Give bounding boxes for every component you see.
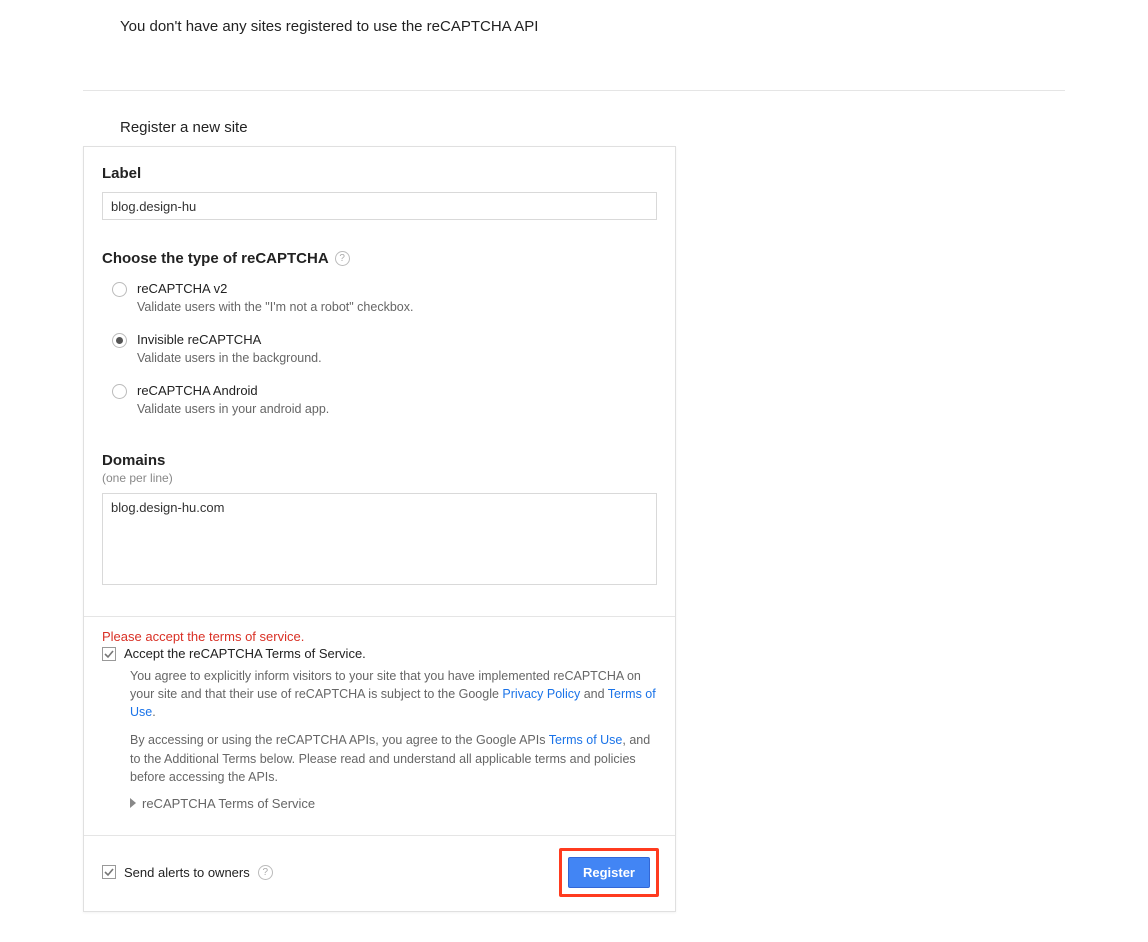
accept-tos-checkbox[interactable] — [102, 647, 116, 661]
send-alerts-checkbox[interactable] — [102, 865, 116, 879]
chevron-right-icon — [130, 798, 136, 808]
tos-text: and — [580, 687, 608, 701]
divider — [83, 90, 1065, 91]
register-card: Label Choose the type of reCAPTCHA ? reC… — [83, 146, 676, 912]
radio-option-v2[interactable]: reCAPTCHA v2 Validate users with the "I'… — [112, 281, 657, 314]
domains-textarea[interactable] — [102, 493, 657, 585]
send-alerts-label: Send alerts to owners — [124, 865, 250, 880]
radio-button[interactable] — [112, 282, 127, 297]
radio-option-android[interactable]: reCAPTCHA Android Validate users in your… — [112, 383, 657, 416]
domains-sub: (one per line) — [102, 471, 657, 485]
radio-title: Invisible reCAPTCHA — [137, 332, 322, 347]
expand-tos[interactable]: reCAPTCHA Terms of Service — [130, 796, 657, 811]
no-sites-message: You don't have any sites registered to u… — [0, 0, 1148, 35]
tos-body: You agree to explicitly inform visitors … — [130, 667, 657, 786]
accept-tos-label: Accept the reCAPTCHA Terms of Service. — [124, 646, 366, 661]
radio-desc: Validate users with the "I'm not a robot… — [137, 300, 413, 314]
send-alerts-row[interactable]: Send alerts to owners ? — [102, 865, 273, 880]
domains-heading: Domains — [102, 452, 657, 469]
expand-tos-label: reCAPTCHA Terms of Service — [142, 796, 315, 811]
label-heading: Label — [102, 165, 657, 182]
radio-desc: Validate users in the background. — [137, 351, 322, 365]
accept-tos-row[interactable]: Accept the reCAPTCHA Terms of Service. — [102, 646, 657, 661]
privacy-policy-link[interactable]: Privacy Policy — [502, 687, 580, 701]
register-highlight: Register — [559, 848, 659, 897]
register-section-title: Register a new site — [120, 119, 1148, 136]
radio-button[interactable] — [112, 384, 127, 399]
radio-desc: Validate users in your android app. — [137, 402, 329, 416]
label-input[interactable] — [102, 192, 657, 220]
tos-error: Please accept the terms of service. — [102, 629, 657, 644]
api-terms-of-use-link[interactable]: Terms of Use — [549, 733, 623, 747]
checkmark-icon — [104, 867, 114, 877]
help-icon[interactable]: ? — [335, 251, 350, 266]
choose-type-heading: Choose the type of reCAPTCHA ? — [102, 250, 350, 267]
choose-type-text: Choose the type of reCAPTCHA — [102, 250, 329, 267]
radio-option-invisible[interactable]: Invisible reCAPTCHA Validate users in th… — [112, 332, 657, 365]
help-icon[interactable]: ? — [258, 865, 273, 880]
tos-text: By accessing or using the reCAPTCHA APIs… — [130, 733, 549, 747]
radio-title: reCAPTCHA v2 — [137, 281, 413, 296]
radio-button[interactable] — [112, 333, 127, 348]
checkmark-icon — [104, 649, 114, 659]
radio-title: reCAPTCHA Android — [137, 383, 329, 398]
register-button[interactable]: Register — [568, 857, 650, 888]
tos-text: . — [152, 705, 155, 719]
